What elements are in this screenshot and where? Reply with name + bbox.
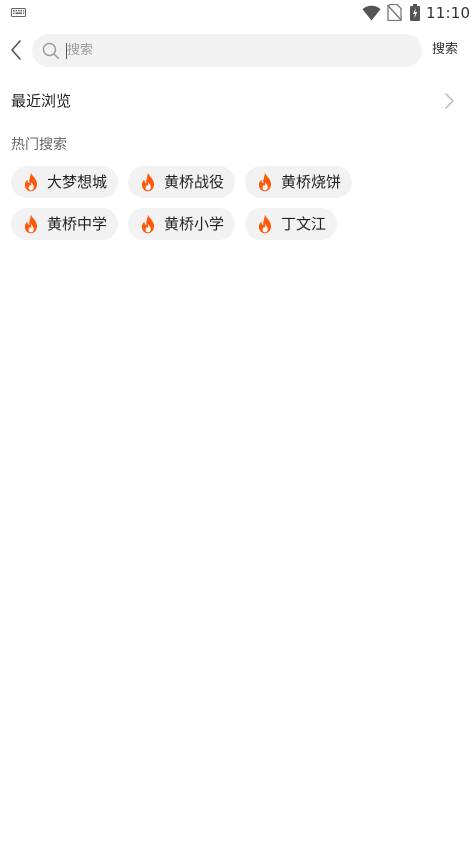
back-button[interactable] [2,34,30,66]
recent-browsing-row[interactable]: 最近浏览 [0,84,474,118]
battery-charging-icon [410,4,420,21]
hot-search-tag-label: 大梦想城 [47,173,108,191]
flame-icon [258,214,272,234]
hot-search-tag-label: 丁文江 [281,215,327,233]
hot-search-tag[interactable]: 黄桥战役 [128,166,236,198]
hot-search-tag-label: 黄桥小学 [164,215,225,233]
search-icon [42,42,60,60]
hot-search-tag-label: 黄桥中学 [47,215,108,233]
status-time: 11:10 [426,4,471,22]
hot-search-tag-label: 黄桥战役 [164,173,225,191]
hot-search-tag[interactable]: 大梦想城 [11,166,119,198]
hot-search-tag[interactable]: 黄桥中学 [11,208,119,240]
flame-icon [141,172,155,192]
hot-search-tag-label: 黄桥烧饼 [281,173,342,191]
keyboard-icon [11,8,26,17]
flame-icon [258,172,272,192]
recent-browsing-label: 最近浏览 [11,92,72,110]
search-input[interactable] [67,34,407,67]
flame-icon [24,172,38,192]
status-bar: 11:10 [0,0,474,26]
search-button[interactable]: 搜索 [432,40,458,60]
flame-icon [141,214,155,234]
hot-search-tag[interactable]: 黄桥小学 [128,208,236,240]
wifi-icon [362,5,381,21]
search-box[interactable] [32,34,422,67]
hot-search-tag[interactable]: 丁文江 [245,208,338,240]
chevron-left-icon [11,40,21,60]
hot-search-title: 热门搜索 [11,137,67,153]
no-sim-icon [387,4,402,21]
chevron-right-icon [445,93,454,109]
hot-search-tag[interactable]: 黄桥烧饼 [245,166,353,198]
flame-icon [24,214,38,234]
